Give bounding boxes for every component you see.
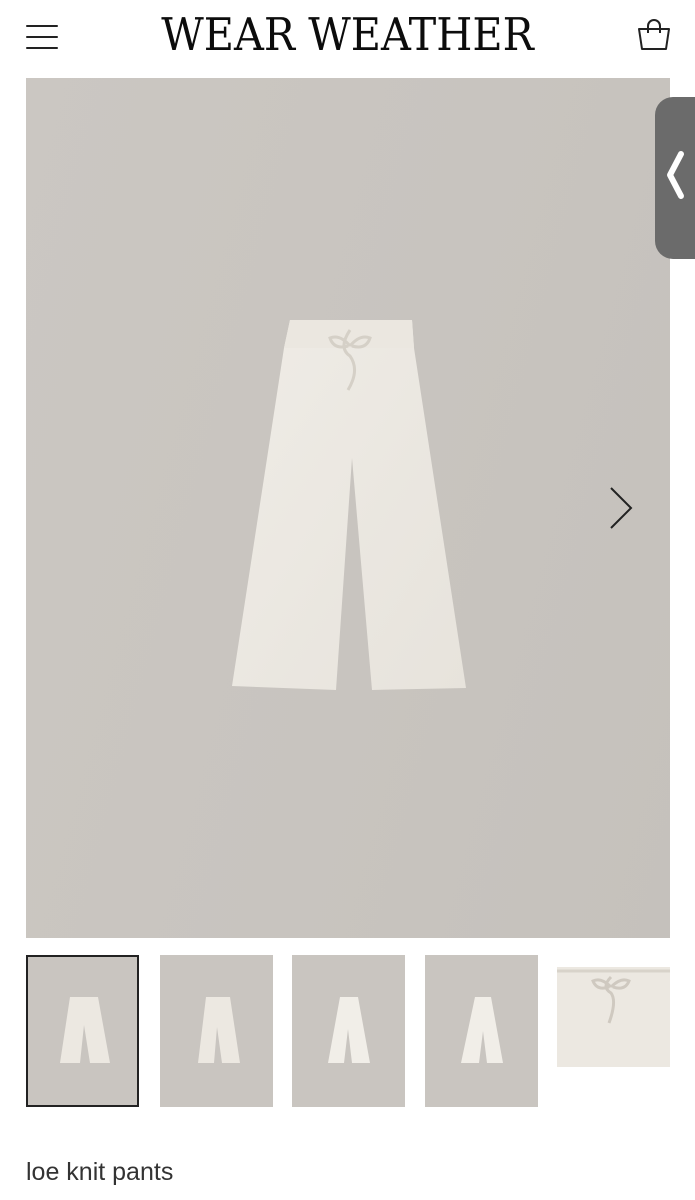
thumbnail-strip — [26, 955, 695, 1110]
shopping-bag-icon[interactable] — [634, 16, 674, 56]
next-image-button[interactable] — [606, 483, 636, 533]
thumbnail-front-2[interactable] — [160, 955, 273, 1107]
thumbnail-waistband-closeup[interactable] — [557, 967, 670, 1067]
pants-image — [232, 320, 466, 690]
chevron-right-icon — [610, 487, 633, 529]
site-header: WEAR WEATHER — [0, 0, 695, 72]
chevron-left-icon — [667, 151, 684, 199]
brand-logo[interactable]: WEAR WEATHER — [28, 8, 667, 61]
product-main-image[interactable] — [26, 78, 670, 938]
thumbnail-side[interactable] — [292, 955, 405, 1107]
thumbnail-front[interactable] — [26, 955, 139, 1107]
thumbnail-back[interactable] — [425, 955, 538, 1107]
side-panel-handle[interactable] — [655, 97, 695, 259]
product-title: loe knit pants — [26, 1158, 174, 1186]
